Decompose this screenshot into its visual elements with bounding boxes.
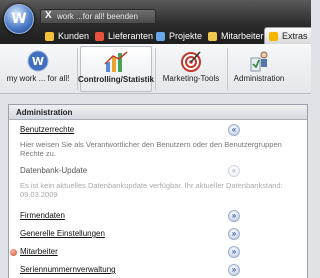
- controlling-icon: [104, 51, 128, 72]
- svg-text:W: W: [32, 55, 44, 68]
- nav-tab-lieferanten[interactable]: Lieferanten: [95, 29, 153, 43]
- nav-tab-projekte[interactable]: Projekte: [156, 29, 202, 43]
- expand-icon[interactable]: »: [228, 228, 240, 240]
- panel-title: Administration: [9, 105, 307, 120]
- nav-tab-extras[interactable]: Extras: [264, 27, 311, 44]
- ribbon-button-controlling[interactable]: Controlling/Statistik: [78, 46, 154, 92]
- section-firmendaten[interactable]: Firmendaten: [20, 211, 65, 220]
- kunden-icon: [45, 31, 54, 41]
- section-datenbank-update[interactable]: Datenbank-Update: [20, 166, 87, 175]
- title-bar: W X work ...for all! beenden Kunden Lief…: [0, 0, 311, 44]
- ribbon-separator: [155, 48, 156, 90]
- ribbon-button-my-work[interactable]: W my work ... for all!: [2, 46, 74, 92]
- marketing-icon: [181, 51, 201, 72]
- close-icon[interactable]: X: [45, 10, 52, 21]
- section-benutzerrechte[interactable]: Benutzerrechte: [20, 125, 74, 134]
- ribbon-button-marketing[interactable]: Marketing-Tools: [157, 46, 225, 92]
- app-window: W X work ...for all! beenden Kunden Lief…: [0, 0, 311, 278]
- collapse-icon[interactable]: «: [228, 124, 240, 136]
- ribbon-button-label: Administration: [233, 74, 285, 83]
- section-mitarbeiter[interactable]: Mitarbeiter: [20, 247, 58, 256]
- expand-icon[interactable]: »: [228, 246, 240, 258]
- document-tab[interactable]: X work ...for all! beenden: [40, 9, 156, 24]
- nav-tab-mitarbeiter[interactable]: Mitarbeiter: [208, 29, 264, 43]
- ribbon-button-label: my work ... for all!: [6, 74, 70, 83]
- nav-tab-label: Kunden: [58, 31, 90, 41]
- app-orb-letter: W: [11, 11, 27, 27]
- administration-icon: [250, 51, 268, 72]
- nav-tab-label: Mitarbeiter: [221, 31, 264, 41]
- ribbon-separator: [227, 48, 228, 90]
- app-orb-icon: W: [27, 50, 49, 72]
- ribbon: W my work ... for all! Controlling/Stati…: [0, 44, 311, 94]
- lieferanten-icon: [95, 31, 104, 41]
- extras-icon: [269, 31, 278, 41]
- projekte-icon: [156, 31, 165, 41]
- administration-panel: Administration Benutzerrechte « Hier wei…: [8, 104, 308, 278]
- application-orb-button[interactable]: W: [4, 4, 34, 34]
- section-description: Es ist kein aktuelles Datenbankupdate ve…: [20, 181, 283, 199]
- ribbon-button-administration[interactable]: Administration: [229, 46, 289, 92]
- nav-tab-label: Extras: [282, 31, 308, 41]
- expand-icon[interactable]: »: [228, 264, 240, 276]
- collapse-icon[interactable]: «: [228, 165, 240, 177]
- document-tab-title: work ...for all! beenden: [57, 12, 138, 21]
- nav-tab-label: Projekte: [169, 31, 203, 41]
- nav-tab-label: Lieferanten: [108, 31, 154, 41]
- expand-icon[interactable]: »: [228, 210, 240, 222]
- section-generelle-einstellungen[interactable]: Generelle Einstellungen: [20, 229, 105, 238]
- section-seriennummernverwaltung[interactable]: Seriennummernverwaltung: [20, 265, 116, 274]
- ribbon-button-label: Marketing-Tools: [162, 74, 220, 83]
- ribbon-button-label: Controlling/Statistik: [78, 75, 154, 84]
- mitarbeiter-icon: [208, 31, 217, 41]
- nav-tab-kunden[interactable]: Kunden: [45, 29, 89, 43]
- section-description: Hier weisen Sie als Verantwortlicher den…: [20, 140, 282, 158]
- marker-icon: [10, 249, 17, 256]
